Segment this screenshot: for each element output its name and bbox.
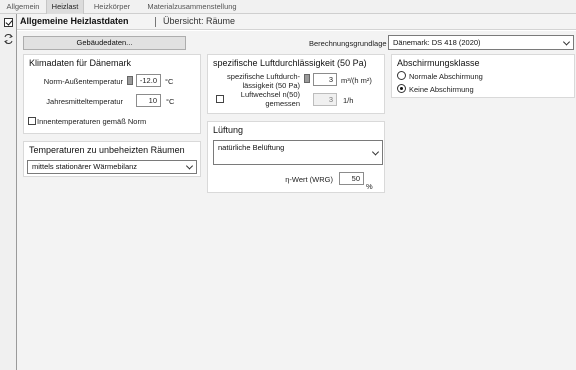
jahres-temp-unit: °C bbox=[166, 97, 175, 106]
tab-allgemein[interactable]: Allgemein bbox=[2, 0, 44, 14]
abschirmungsklasse-title: Abschirmungsklasse bbox=[397, 58, 480, 68]
luftdurchlaessigkeit-title: spezifische Luftdurchlässigkeit (50 Pa) bbox=[213, 58, 367, 68]
norm-temp-unit: °C bbox=[165, 77, 174, 86]
norm-aussentemperatur-label: Norm-Außentemperatur bbox=[43, 77, 123, 86]
lueftung-value: natürliche Belüftung bbox=[218, 143, 285, 152]
chevron-down-icon bbox=[371, 147, 380, 156]
lueftung-title: Lüftung bbox=[213, 125, 244, 135]
refresh-icon[interactable] bbox=[3, 33, 14, 45]
keine-abschirmung-label: Keine Abschirmung bbox=[409, 85, 474, 94]
tab-heizkoerper[interactable]: Heizkörper bbox=[87, 0, 137, 14]
normale-abschirmung-label: Normale Abschirmung bbox=[409, 72, 483, 81]
header-checkbox[interactable] bbox=[4, 18, 13, 27]
berechnungsgrundlage-select[interactable]: Dänemark: DS 418 (2020) bbox=[388, 35, 574, 50]
tab-heizlast[interactable]: Heizlast bbox=[46, 0, 84, 14]
klimadaten-title: Klimadaten für Dänemark bbox=[29, 58, 132, 68]
spez-luftdurchlaessigkeit-label-1: spezifische Luftdurch- bbox=[227, 72, 300, 81]
klimadaten-panel: Klimadaten für Dänemark Norm-Außentemper… bbox=[23, 54, 201, 134]
section-title: Allgemeine Heizlastdaten bbox=[20, 16, 129, 26]
header-separator bbox=[155, 17, 156, 27]
luftwechsel-label-1: Luftwechsel n(50) bbox=[240, 90, 300, 99]
unbeheizte-raeume-panel: Temperaturen zu unbeheizten Räumen mitte… bbox=[23, 141, 201, 177]
lueftung-panel: Lüftung natürliche Belüftung η-Wert (WRG… bbox=[207, 121, 385, 193]
innentemperaturen-checkbox[interactable] bbox=[28, 117, 36, 125]
luftwechsel-input: 3 bbox=[313, 93, 337, 106]
tab-materialzusammenstellung[interactable]: Materialzusammenstellung bbox=[140, 0, 244, 14]
innentemperaturen-label: Innentemperaturen gemäß Norm bbox=[37, 117, 147, 126]
spez-luftdurchlaessigkeit-unit: m³/(h m²) bbox=[341, 76, 372, 85]
left-gutter bbox=[0, 14, 17, 370]
jahresmitteltemperatur-label: Jahresmitteltemperatur bbox=[46, 97, 123, 106]
chevron-down-icon bbox=[185, 162, 194, 170]
unbeheizte-raeume-title: Temperaturen zu unbeheizten Räumen bbox=[29, 145, 185, 155]
tab-bar: Allgemein Heizlast Heizkörper Materialzu… bbox=[0, 0, 576, 14]
eta-wert-label: η-Wert (WRG) bbox=[285, 175, 333, 184]
gebaeudedaten-button[interactable]: Gebäudedaten... bbox=[23, 36, 186, 50]
luftdurchlaessigkeit-indicator bbox=[304, 74, 310, 83]
section-header: Allgemeine Heizlastdaten Übersicht: Räum… bbox=[17, 14, 576, 30]
eta-wert-input[interactable]: 50 bbox=[339, 172, 364, 185]
berechnungsgrundlage-label: Berechnungsgrundlage bbox=[309, 39, 387, 48]
jahresmitteltemperatur-input[interactable]: 10 bbox=[136, 94, 161, 107]
unbeheizte-raeume-value: mittels stationärer Wärmebilanz bbox=[32, 162, 138, 171]
lueftung-select[interactable]: natürliche Belüftung bbox=[213, 140, 383, 165]
norm-temp-indicator bbox=[127, 76, 133, 85]
luftwechsel-unit: 1/h bbox=[343, 96, 354, 105]
main-area: Gebäudedaten... Berechnungsgrundlage Dän… bbox=[17, 31, 576, 370]
normale-abschirmung-radio[interactable] bbox=[397, 71, 406, 80]
luftwechsel-label-2: gemessen bbox=[265, 99, 300, 108]
eta-wert-unit: % bbox=[366, 182, 373, 191]
berechnungsgrundlage-value: Dänemark: DS 418 (2020) bbox=[393, 38, 481, 47]
overview-link[interactable]: Übersicht: Räume bbox=[163, 16, 235, 26]
abschirmungsklasse-panel: Abschirmungsklasse Normale Abschirmung K… bbox=[391, 54, 575, 98]
keine-abschirmung-radio[interactable] bbox=[397, 84, 406, 93]
luftdurchlaessigkeit-panel: spezifische Luftdurchlässigkeit (50 Pa) … bbox=[207, 54, 385, 114]
chevron-down-icon bbox=[562, 37, 571, 46]
spez-luftdurchlaessigkeit-input[interactable]: 3 bbox=[313, 73, 337, 86]
spez-luftdurchlaessigkeit-label-2: lässigkeit (50 Pa) bbox=[242, 81, 300, 90]
unbeheizte-raeume-select[interactable]: mittels stationärer Wärmebilanz bbox=[27, 160, 197, 174]
norm-aussentemperatur-input[interactable]: -12.0 bbox=[136, 74, 161, 87]
